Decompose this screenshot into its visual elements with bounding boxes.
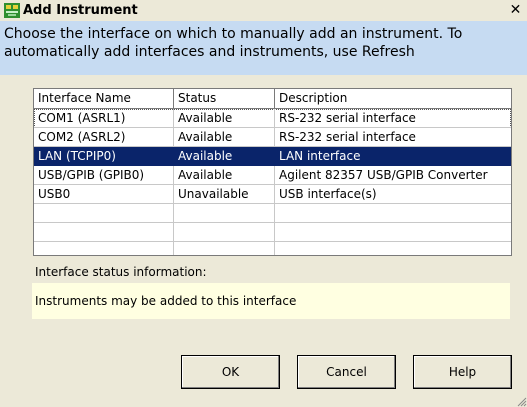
interface-table[interactable]: Interface Name Status Description COM1 (… [33,88,512,256]
dialog-body: Interface Name Status Description COM1 (… [0,75,527,407]
cell-description [275,223,511,242]
empty-table-row[interactable] [34,242,511,255]
cell-status [174,204,275,223]
close-icon[interactable]: ✕ [507,2,524,18]
cell-status [174,223,275,242]
cell-description: Agilent 82357 USB/GPIB Converter [275,166,511,185]
status-info-label: Interface status information: [35,265,207,279]
cell-interface-name: USB/GPIB (GPIB0) [34,166,174,185]
table-row[interactable]: USB0 Unavailable USB interface(s) [34,185,511,204]
cell-description [275,242,511,255]
cell-status [174,242,275,255]
instructions-line: Choose the interface on which to manuall… [4,26,463,42]
title-bar[interactable]: Add Instrument ✕ [0,0,527,21]
cell-status: Available [174,109,275,128]
cell-status: Unavailable [174,185,275,204]
cell-description: LAN interface [275,147,511,166]
help-button[interactable]: Help [413,355,512,389]
cell-description [275,204,511,223]
cell-interface-name: COM1 (ASRL1) [34,109,174,128]
cell-interface-name [34,204,174,223]
empty-table-row[interactable] [34,204,511,223]
cell-status: Available [174,128,275,147]
instrument-icon [4,3,20,18]
cell-status: Available [174,147,275,166]
instructions-banner: Choose the interface on which to manuall… [0,21,527,75]
cancel-button[interactable]: Cancel [297,355,396,389]
cell-interface-name [34,242,174,255]
cell-interface-name: COM2 (ASRL2) [34,128,174,147]
window-title: Add Instrument [23,3,138,18]
cell-interface-name: USB0 [34,185,174,204]
cell-interface-name [34,223,174,242]
cell-description: RS-232 serial interface [275,128,511,147]
cell-description: RS-232 serial interface [275,109,511,128]
cell-interface-name: LAN (TCPIP0) [34,147,174,166]
column-header-status[interactable]: Status [174,89,275,108]
table-header: Interface Name Status Description [34,89,511,109]
add-instrument-dialog: Add Instrument ✕ Choose the interface on… [0,0,527,407]
table-row[interactable]: COM1 (ASRL1) Available RS-232 serial inter… [34,109,511,128]
column-header-interface-name[interactable]: Interface Name [34,89,174,108]
empty-table-row[interactable] [34,223,511,242]
table-row[interactable]: COM2 (ASRL2) Available RS-232 serial inter… [34,128,511,147]
ok-button[interactable]: OK [181,355,280,389]
table-row[interactable]: LAN (TCPIP0) Available LAN interface [34,147,511,166]
table-row[interactable]: USB/GPIB (GPIB0) Available Agilent 82357 U… [34,166,511,185]
status-info-message: Instruments may be added to this interfa… [32,283,510,319]
cell-description: USB interface(s) [275,185,511,204]
column-header-description[interactable]: Description [275,89,511,108]
cell-status: Available [174,166,275,185]
instructions-line: automatically add interfaces and instrum… [4,44,415,60]
resize-grip-icon[interactable] [515,395,527,407]
